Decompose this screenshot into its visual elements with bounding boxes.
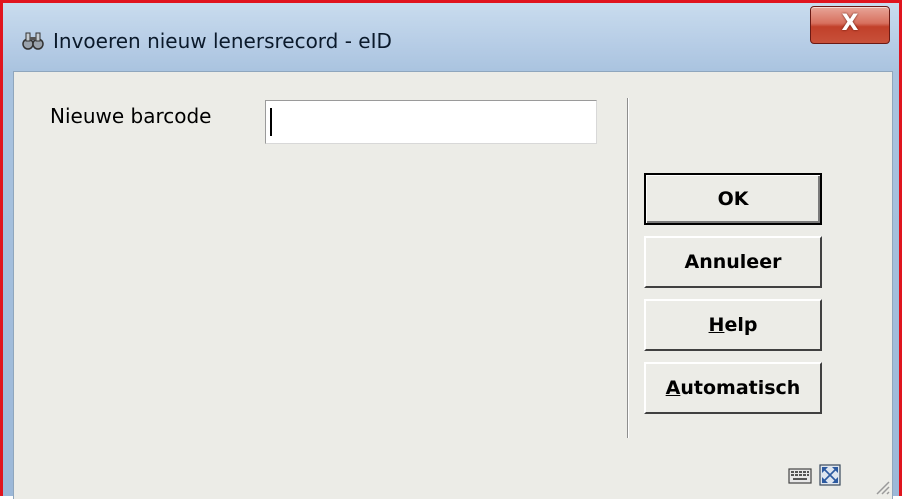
help-mnemonic: H — [708, 314, 725, 336]
help-button-label: elp — [724, 314, 758, 336]
window-title: Invoeren nieuw lenersrecord - eID — [53, 29, 392, 53]
keyboard-icon[interactable] — [788, 465, 812, 485]
binoculars-icon — [22, 32, 44, 50]
help-button[interactable]: Help — [644, 299, 822, 351]
cancel-button[interactable]: Annuleer — [644, 236, 822, 288]
cancel-button-label: Annuleer — [684, 251, 782, 273]
expand-icon[interactable] — [818, 463, 842, 487]
resize-grip-icon[interactable] — [873, 478, 891, 496]
vertical-separator — [627, 98, 628, 438]
automatic-mnemonic: A — [665, 377, 681, 399]
ok-button[interactable]: OK — [644, 173, 822, 225]
ok-button-label: OK — [717, 188, 749, 210]
barcode-input[interactable] — [265, 100, 597, 144]
close-button[interactable]: X — [810, 6, 890, 44]
text-caret — [270, 108, 272, 136]
barcode-label: Nieuwe barcode — [50, 104, 212, 128]
dialog-window: Invoeren nieuw lenersrecord - eID X Nieu… — [0, 0, 902, 499]
close-icon: X — [841, 11, 859, 36]
title-bar[interactable]: Invoeren nieuw lenersrecord - eID X — [3, 3, 899, 71]
dialog-body: Nieuwe barcode OK Annuleer Help Automati… — [13, 71, 893, 499]
automatic-button-label: utomatisch — [680, 377, 801, 399]
automatic-button[interactable]: Automatisch — [644, 362, 822, 414]
